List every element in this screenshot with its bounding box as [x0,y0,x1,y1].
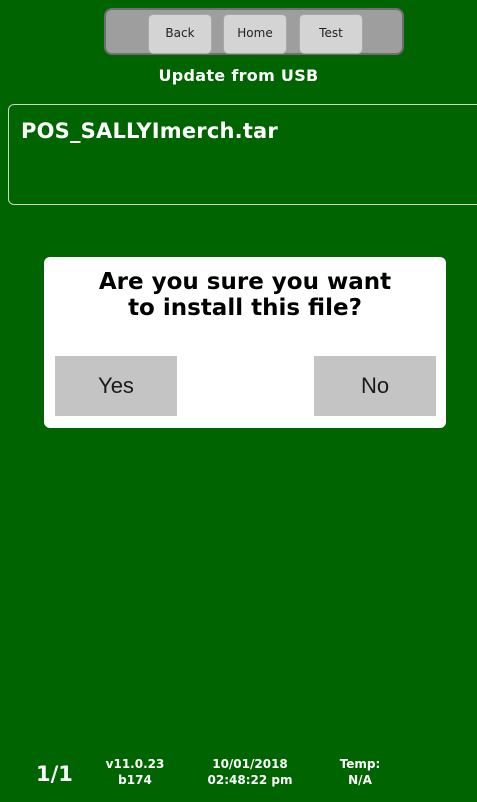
home-button[interactable]: Home [223,14,287,54]
dialog-message-line1: Are you sure you want [98,269,392,295]
temp-label: Temp: [339,757,381,771]
time-text: 02:48:22 pm [207,773,293,787]
status-footer: 1/1 v11.0.23 b174 10/01/2018 02:48:22 pm… [0,752,477,798]
back-button[interactable]: Back [148,14,212,54]
version-number: v11.0.23 [105,757,165,771]
date-text: 10/01/2018 [212,757,288,771]
build-number: b174 [118,773,152,787]
yes-button[interactable]: Yes [55,356,177,416]
version-info: v11.0.23 b174 [98,756,172,788]
datetime-info: 10/01/2018 02:48:22 pm [190,756,310,788]
no-button[interactable]: No [314,356,436,416]
file-list-item[interactable]: POS_SALLYImerch.tar [21,119,278,143]
file-list[interactable]: POS_SALLYImerch.tar [8,104,477,205]
test-button[interactable]: Test [299,14,363,54]
dialog-message-line2: to install this file? [128,295,362,321]
dialog-message: Are you sure you want to install this fi… [44,269,446,321]
confirm-install-dialog: Are you sure you want to install this fi… [44,257,446,428]
temperature-info: Temp: N/A [322,756,398,788]
temp-value: N/A [348,773,372,787]
page-indicator: 1/1 [36,762,73,786]
screen-title: Update from USB [158,66,319,85]
